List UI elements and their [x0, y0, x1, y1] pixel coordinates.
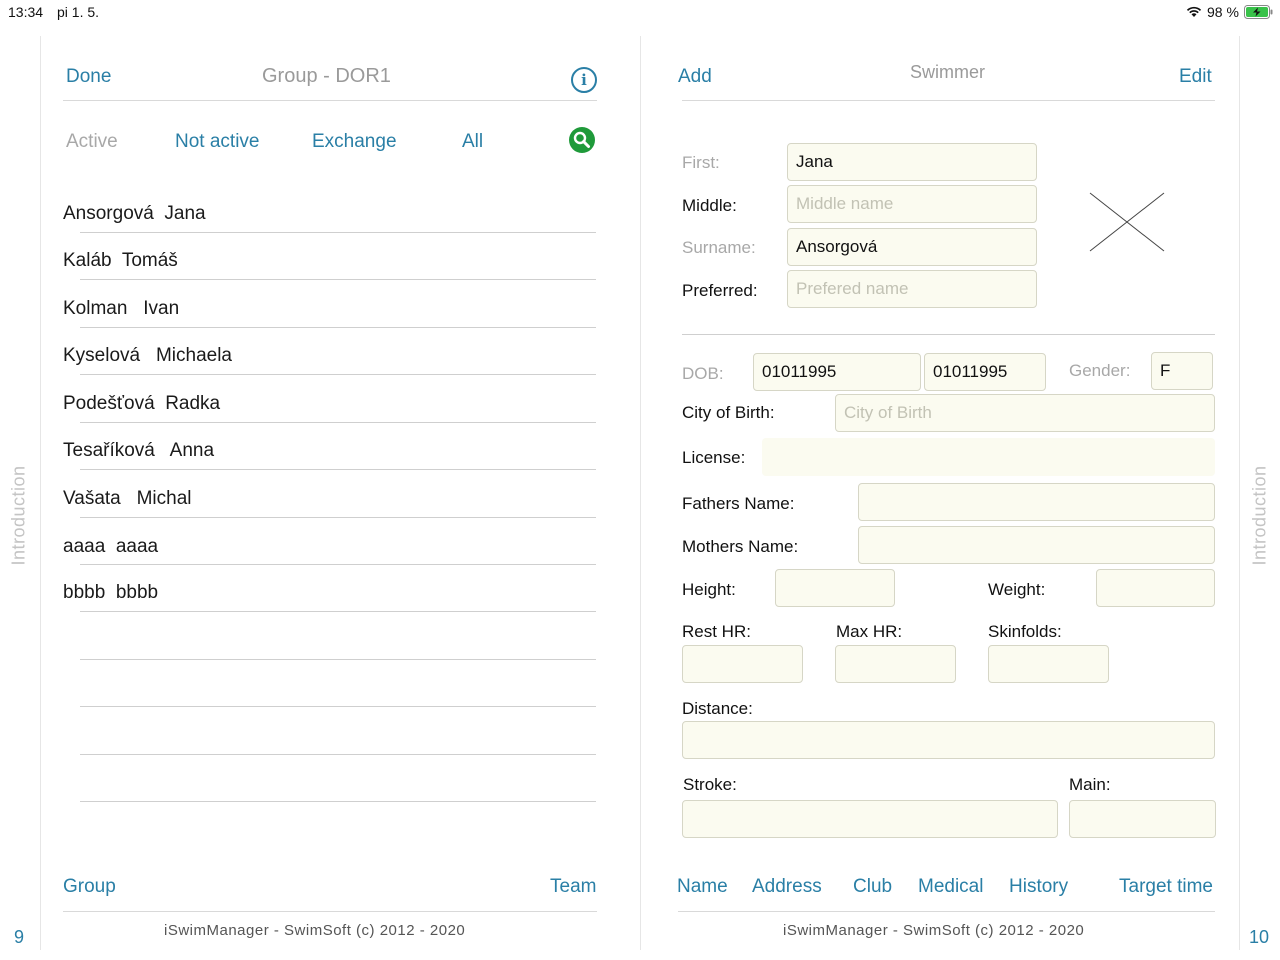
license-label: License:: [682, 448, 746, 467]
photo-placeholder-icon[interactable]: [1089, 192, 1165, 252]
gender-field[interactable]: F: [1151, 352, 1213, 390]
list-item[interactable]: Kolman Ivan: [63, 298, 179, 320]
preferred-label: Preferred:: [682, 281, 758, 300]
main-label: Main:: [1069, 775, 1111, 794]
nav-target-time[interactable]: Target time: [1119, 876, 1213, 898]
side-label-right: Introduction: [1249, 465, 1270, 566]
list-item[interactable]: Vašata Michal: [63, 488, 192, 510]
dob-field-2[interactable]: 01011995: [924, 353, 1046, 391]
fathers-name-label: Fathers Name:: [682, 494, 795, 513]
edit-button[interactable]: Edit: [1179, 66, 1212, 88]
stroke-field[interactable]: [682, 800, 1058, 838]
right-footer-divider: [678, 911, 1215, 912]
side-label-left: Introduction: [8, 465, 29, 566]
mothers-name-label: Mothers Name:: [682, 537, 799, 556]
main-field[interactable]: [1069, 800, 1216, 838]
weight-label: Weight:: [988, 580, 1046, 599]
tab-not-active[interactable]: Not active: [175, 131, 259, 153]
fathers-name-field[interactable]: [858, 483, 1215, 521]
preferred-name-field[interactable]: Prefered name: [787, 270, 1037, 308]
tab-all[interactable]: All: [462, 131, 483, 153]
middle-name-field[interactable]: Middle name: [787, 185, 1037, 223]
max-hr-field[interactable]: [835, 645, 956, 683]
stroke-label: Stroke:: [683, 775, 737, 794]
left-footer-divider: [63, 911, 597, 912]
search-icon[interactable]: [569, 127, 595, 153]
city-of-birth-field[interactable]: City of Birth: [835, 394, 1215, 432]
info-icon[interactable]: i: [571, 67, 597, 93]
list-item[interactable]: Tesaříková Anna: [63, 440, 214, 462]
dob-field-1[interactable]: 01011995: [753, 353, 921, 391]
city-of-birth-label: City of Birth:: [682, 403, 775, 422]
gender-label: Gender:: [1069, 361, 1131, 380]
skinfolds-label: Skinfolds:: [988, 622, 1062, 641]
swimmer-title: Swimmer: [910, 62, 985, 82]
right-edge-divider: [1239, 36, 1240, 950]
middle-label: Middle:: [682, 196, 737, 215]
max-hr-label: Max HR:: [836, 622, 903, 641]
license-field[interactable]: [762, 438, 1215, 476]
page-number-right: 10: [1249, 927, 1270, 947]
footer-copyright-right: iSwimManager - SwimSoft (c) 2012 - 2020: [783, 922, 1085, 939]
status-time: 13:34: [8, 4, 44, 20]
name-section-divider: [682, 334, 1215, 335]
weight-field[interactable]: [1096, 569, 1215, 607]
height-label: Height:: [682, 580, 736, 599]
list-item[interactable]: Kyselová Michaela: [63, 345, 232, 367]
surname-field[interactable]: Ansorgová: [787, 228, 1037, 266]
status-date: pi 1. 5.: [57, 4, 100, 20]
nav-address[interactable]: Address: [752, 876, 822, 898]
rest-hr-field[interactable]: [682, 645, 803, 683]
battery-percent: 98 %: [1207, 4, 1239, 20]
distance-field[interactable]: [682, 721, 1215, 759]
left-header-divider: [63, 100, 597, 101]
rest-hr-label: Rest HR:: [682, 622, 751, 641]
footer-copyright-left: iSwimManager - SwimSoft (c) 2012 - 2020: [164, 922, 466, 939]
done-button[interactable]: Done: [66, 66, 111, 88]
mothers-name-field[interactable]: [858, 526, 1215, 564]
first-label: First:: [682, 153, 720, 172]
team-button[interactable]: Team: [550, 876, 596, 898]
nav-history[interactable]: History: [1009, 876, 1068, 898]
right-header-divider: [682, 100, 1215, 101]
list-item[interactable]: bbbb bbbb: [63, 582, 158, 604]
battery-charging-icon: [1244, 5, 1273, 19]
left-edge-divider: [40, 36, 41, 950]
list-item[interactable]: Kaláb Tomáš: [63, 250, 178, 272]
center-divider: [640, 36, 641, 950]
list-item[interactable]: aaaa aaaa: [63, 536, 158, 558]
first-name-field[interactable]: Jana: [787, 143, 1037, 181]
nav-club[interactable]: Club: [853, 876, 892, 898]
group-title: Group - DOR1: [262, 65, 391, 87]
wifi-icon: [1186, 6, 1202, 17]
list-item[interactable]: Podešťová Radka: [63, 393, 220, 415]
group-button[interactable]: Group: [63, 876, 116, 898]
add-button[interactable]: Add: [678, 66, 712, 88]
nav-medical[interactable]: Medical: [918, 876, 983, 898]
tab-exchange[interactable]: Exchange: [312, 131, 397, 153]
list-item[interactable]: Ansorgová Jana: [63, 203, 206, 225]
skinfolds-field[interactable]: [988, 645, 1109, 683]
surname-label: Surname:: [682, 238, 756, 257]
page-number-left: 9: [14, 927, 25, 947]
height-field[interactable]: [775, 569, 895, 607]
distance-label: Distance:: [682, 699, 753, 718]
tab-active[interactable]: Active: [66, 131, 118, 153]
dob-label: DOB:: [682, 364, 724, 383]
nav-name[interactable]: Name: [677, 876, 728, 898]
